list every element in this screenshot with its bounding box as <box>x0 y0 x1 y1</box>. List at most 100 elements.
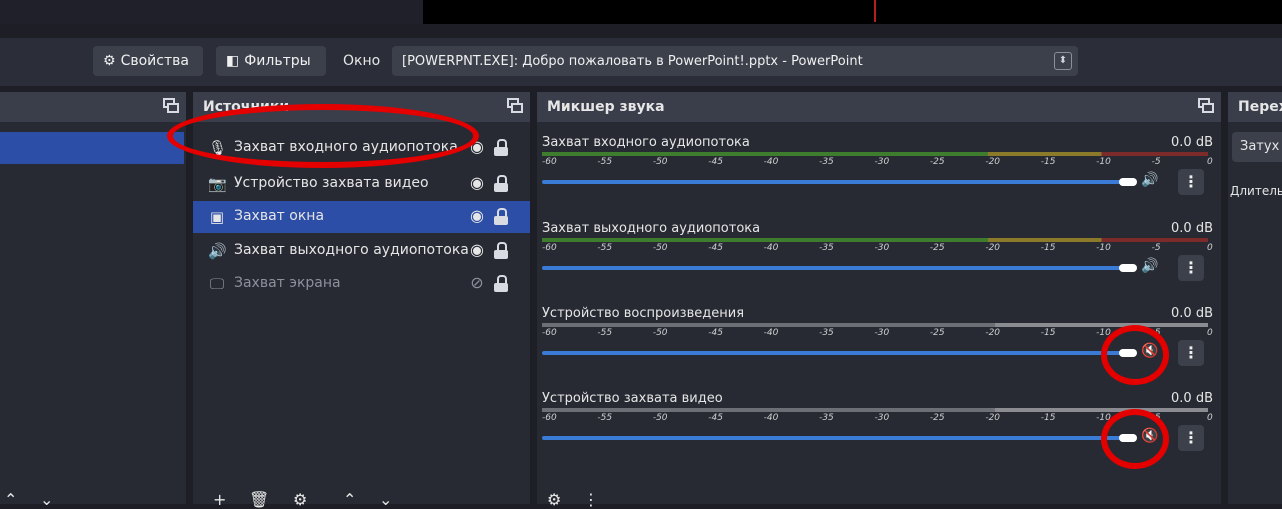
monitor-icon: 🖵 <box>209 275 225 293</box>
float-dock-icon[interactable] <box>163 98 179 113</box>
channel-db-value: 0.0 dB <box>1171 221 1213 236</box>
meter-tick-label: -45 <box>708 157 723 167</box>
meter-tick-label: -60 <box>542 243 557 253</box>
window-select-value: [POWERPNT.EXE]: Добро пожаловать в Power… <box>402 53 863 69</box>
source-name: Захват окна <box>234 208 325 224</box>
eye-hidden-icon[interactable]: ⊘ <box>468 274 486 292</box>
scenes-dock-header <box>0 92 186 122</box>
float-dock-icon[interactable] <box>507 98 523 113</box>
meter-tick-label: -15 <box>1040 413 1056 423</box>
meter-tick-label: -40 <box>763 157 779 167</box>
meter-tick-label: -50 <box>652 243 668 253</box>
meter-tick-label: -60 <box>542 157 557 167</box>
mixer-menu-icon[interactable]: ⋮ <box>583 490 599 509</box>
meter-tick-label: -55 <box>597 413 613 423</box>
source-item-output-audio[interactable]: 🔊 Захват выходного аудиопотока ◉ <box>193 235 530 267</box>
move-up-icon[interactable]: ⌃ <box>343 490 356 509</box>
gear-icon: ⚙ <box>103 53 116 69</box>
meter-tick-label: -50 <box>652 157 668 167</box>
trash-icon[interactable]: 🗑 <box>249 490 269 509</box>
preview-canvas[interactable] <box>423 0 1282 24</box>
add-source-icon[interactable]: + <box>213 490 226 509</box>
eye-icon[interactable]: ◉ <box>468 174 486 192</box>
window-select[interactable]: [POWERPNT.EXE]: Добро пожаловать в Power… <box>392 46 1078 76</box>
lock-icon[interactable] <box>493 139 509 157</box>
volume-slider[interactable] <box>542 180 1122 184</box>
meter-tick-label: -25 <box>929 328 945 338</box>
meter-tick-label: -30 <box>874 413 890 423</box>
volume-slider[interactable] <box>542 436 1122 440</box>
volume-slider[interactable] <box>542 266 1122 270</box>
meter-tick-label: -20 <box>985 328 1001 338</box>
source-name: Захват выходного аудиопотока <box>234 242 469 258</box>
source-item-video-device[interactable]: 📷 Устройство захвата видео ◉ <box>193 168 530 200</box>
move-down-icon[interactable]: ⌄ <box>379 490 392 509</box>
mixer-title: Микшер звука <box>547 99 665 115</box>
speaker-icon[interactable]: 🔊 <box>1141 258 1158 274</box>
channel-menu-button[interactable]: ⋮ <box>1178 340 1204 366</box>
filter-icon: ◧ <box>226 53 240 69</box>
scene-down-icon[interactable]: ⌄ <box>40 490 53 509</box>
audio-level-meter <box>542 323 1208 327</box>
float-dock-icon[interactable] <box>1198 98 1214 113</box>
transitions-dock-header: Перех <box>1228 92 1282 122</box>
advanced-audio-gear-icon[interactable]: ⚙ <box>547 490 561 509</box>
lock-icon[interactable] <box>493 208 509 226</box>
source-item-window-capture[interactable]: ▣ Захват окна ◉ <box>193 201 530 233</box>
updown-arrows-icon: ⬍ <box>1054 52 1072 70</box>
meter-tick-label: -10 <box>1096 243 1111 253</box>
meter-tick-label: -25 <box>929 413 945 423</box>
meter-tick-label: 0 <box>1207 328 1213 338</box>
filters-button[interactable]: ◧ Фильтры <box>216 46 326 76</box>
meter-tick-label: -30 <box>874 328 890 338</box>
scene-item-selected[interactable] <box>0 132 184 164</box>
meter-tick-label: -55 <box>597 328 613 338</box>
volume-slider[interactable] <box>542 351 1122 355</box>
volume-slider-handle[interactable] <box>1119 264 1137 272</box>
transitions-dock: Перех Затух Длитель <box>1228 92 1282 504</box>
meter-tick-label: -10 <box>1096 157 1111 167</box>
meter-scale: -60 -55 -50 -45 -40 -35 -30 -25 -20 -15 -10 -5 0 <box>542 243 1213 255</box>
gear-icon[interactable]: ⚙ <box>293 490 307 509</box>
meter-tick-label: -20 <box>985 157 1001 167</box>
channel-menu-button[interactable]: ⋮ <box>1178 425 1204 451</box>
scene-up-icon[interactable]: ⌃ <box>4 490 17 509</box>
channel-db-value: 0.0 dB <box>1171 135 1213 150</box>
lock-icon[interactable] <box>493 275 509 293</box>
eye-icon[interactable]: ◉ <box>468 207 486 225</box>
meter-tick-label: -15 <box>1040 328 1056 338</box>
meter-tick-label: -25 <box>929 157 945 167</box>
meter-tick-label: 0 <box>1207 243 1213 253</box>
properties-button[interactable]: ⚙ Свойства <box>93 46 203 76</box>
meter-tick-label: -20 <box>985 413 1001 423</box>
meter-tick-label: -15 <box>1040 157 1056 167</box>
channel-menu-button[interactable]: ⋮ <box>1178 255 1204 281</box>
eye-icon[interactable]: ◉ <box>468 241 486 259</box>
meter-tick-label: -5 <box>1151 157 1161 167</box>
speaker-icon[interactable]: 🔊 <box>1141 172 1158 188</box>
transitions-title: Перех <box>1238 99 1282 115</box>
meter-tick-label: -40 <box>763 413 779 423</box>
meter-tick-label: -50 <box>652 413 668 423</box>
source-name: Захват экрана <box>234 275 341 291</box>
channel-name: Захват входного аудиопотока <box>542 135 750 150</box>
channel-menu-button[interactable]: ⋮ <box>1178 169 1204 195</box>
volume-slider-handle[interactable] <box>1119 178 1137 186</box>
source-name: Устройство захвата видео <box>234 175 429 191</box>
meter-tick-label: -40 <box>763 243 779 253</box>
annotation-ellipse <box>1101 325 1169 385</box>
meter-tick-label: -35 <box>819 413 834 423</box>
channel-db-value: 0.0 dB <box>1171 306 1213 321</box>
meter-tick-label: -35 <box>819 328 834 338</box>
meter-tick-label: 0 <box>1207 157 1213 167</box>
meter-tick-label: -60 <box>542 413 557 423</box>
meter-tick-label: -30 <box>874 243 890 253</box>
transition-select[interactable]: Затух <box>1232 132 1282 162</box>
source-item-screen-capture[interactable]: 🖵 Захват экрана ⊘ <box>193 268 530 300</box>
meter-tick-label: -35 <box>819 243 834 253</box>
meter-tick-label: -40 <box>763 328 779 338</box>
speaker-icon: 🔊 <box>208 242 227 260</box>
audio-level-meter <box>542 238 1208 242</box>
lock-icon[interactable] <box>493 242 509 260</box>
lock-icon[interactable] <box>493 175 509 193</box>
